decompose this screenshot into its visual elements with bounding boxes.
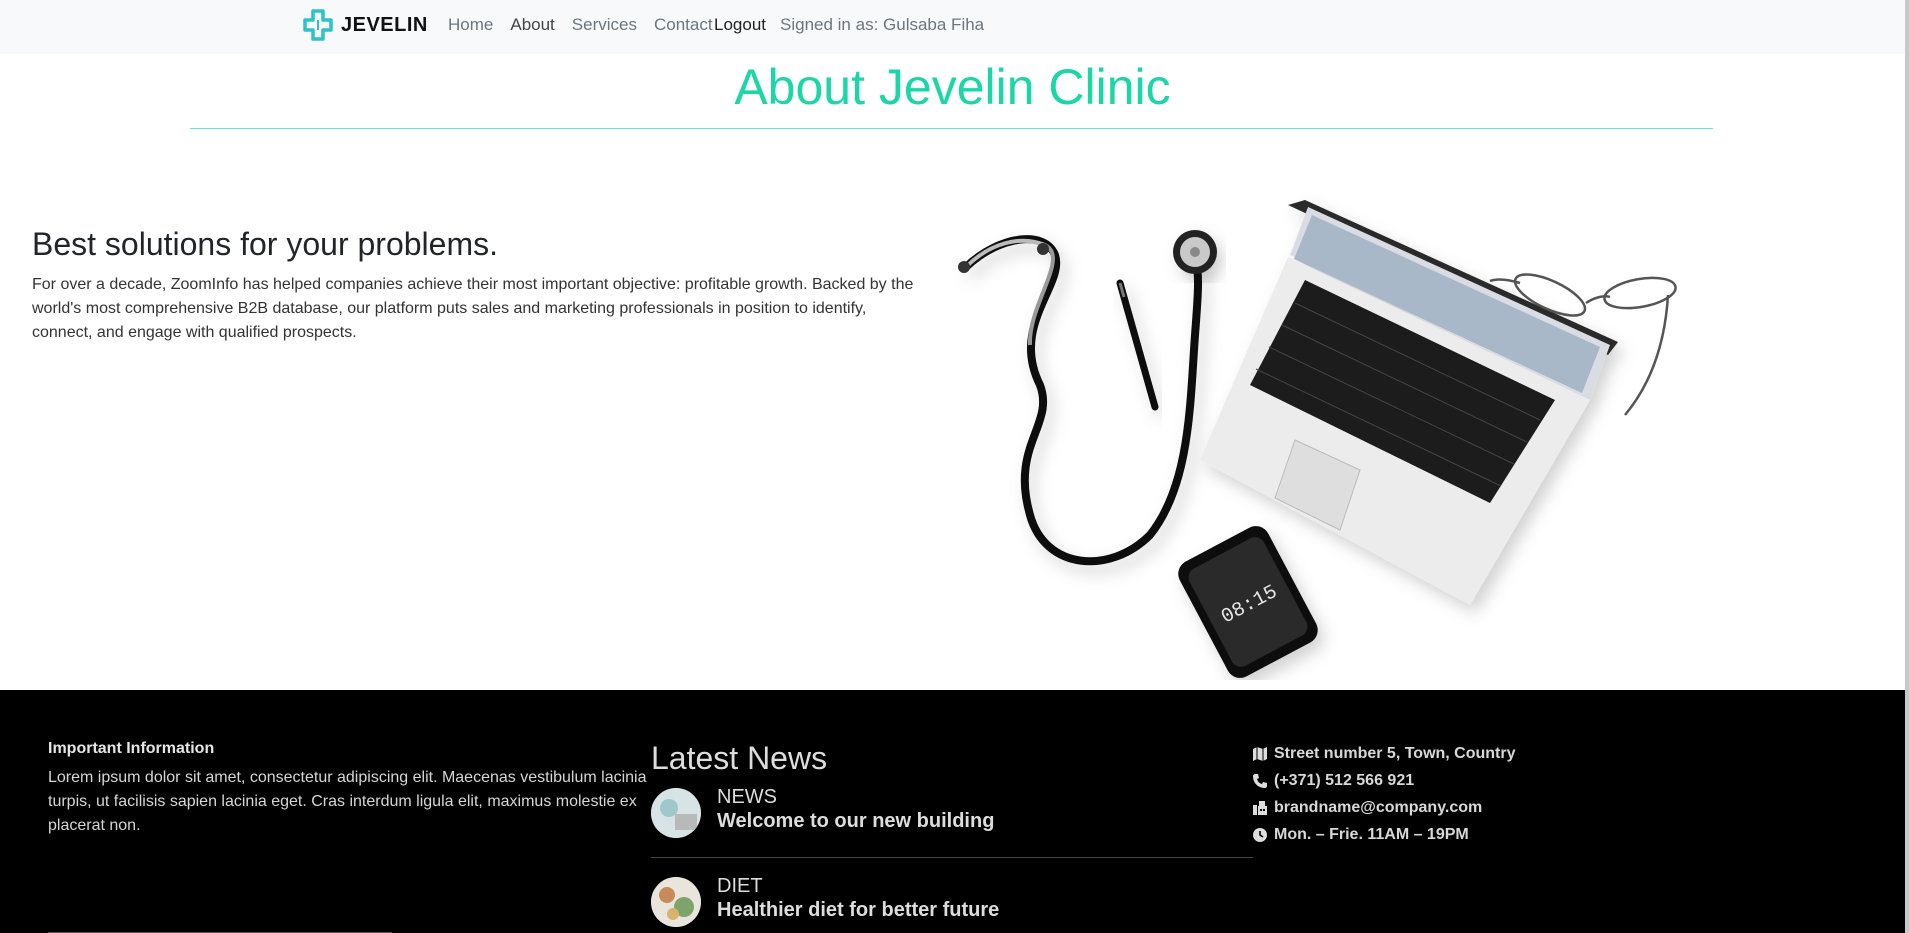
brand-name: JEVELIN: [341, 13, 428, 36]
logout-link[interactable]: Logout: [714, 15, 766, 35]
news-divider: [651, 857, 1253, 858]
news-headline[interactable]: Healthier diet for better future: [717, 899, 999, 922]
scrollbar[interactable]: [1905, 0, 1909, 933]
news-category: NEWS: [717, 786, 777, 808]
address-text: Street number 5, Town, Country: [1274, 744, 1516, 762]
news-category: DIET: [717, 875, 763, 897]
nav-link-about[interactable]: About: [510, 15, 554, 35]
medical-desk-image: 08:15: [958, 200, 1677, 678]
signed-in-text: Signed in as: Gulsaba Fiha: [780, 15, 985, 34]
news-headline[interactable]: Welcome to our new building: [717, 810, 994, 833]
contact-address: Street number 5, Town, Country: [1252, 740, 1516, 767]
nav-link-home[interactable]: Home: [448, 15, 493, 35]
medical-cross-logo-icon: [303, 9, 333, 41]
title-divider: [190, 128, 1713, 129]
nav-user: Logout Signed in as: Gulsaba Fiha: [714, 15, 984, 35]
nav-link-services[interactable]: Services: [572, 15, 637, 35]
fax-icon: [1253, 800, 1267, 815]
contact-hours: Mon. – Frie. 11AM – 19PM: [1252, 821, 1516, 848]
brand[interactable]: JEVELIN: [303, 9, 428, 41]
email-text[interactable]: brandname@company.com: [1274, 799, 1482, 817]
latest-news-title: Latest News: [651, 740, 828, 776]
hours-text: Mon. – Frie. 11AM – 19PM: [1274, 825, 1469, 843]
clock-icon: [1253, 827, 1267, 842]
nav-links: Home About Services Contact: [448, 15, 730, 35]
important-info-text: Lorem ipsum dolor sit amet, consectetur …: [48, 769, 647, 834]
contact-email: brandname@company.com: [1252, 794, 1516, 821]
footer: Important Information Lorem ipsum dolor …: [0, 690, 1905, 933]
contact-phone: (+371) 512 566 921: [1252, 767, 1516, 794]
map-icon: [1253, 746, 1267, 761]
hero-intro: For over a decade, ZoomInfo has helped c…: [32, 276, 914, 341]
news-thumbnail: [651, 877, 701, 927]
page-title: About Jevelin Clinic: [734, 59, 1171, 115]
phone-text[interactable]: (+371) 512 566 921: [1274, 772, 1414, 790]
important-info-title: Important Information: [48, 740, 215, 757]
hero-headline: Best solutions for your problems.: [32, 226, 498, 262]
nav-link-contact[interactable]: Contact: [654, 15, 713, 35]
contact-list: Street number 5, Town, Country (+371) 51…: [1252, 740, 1516, 848]
phone-icon: [1253, 773, 1267, 788]
navbar: JEVELIN Home About Services Contact Logo…: [0, 0, 1905, 54]
news-thumbnail: [651, 788, 701, 838]
